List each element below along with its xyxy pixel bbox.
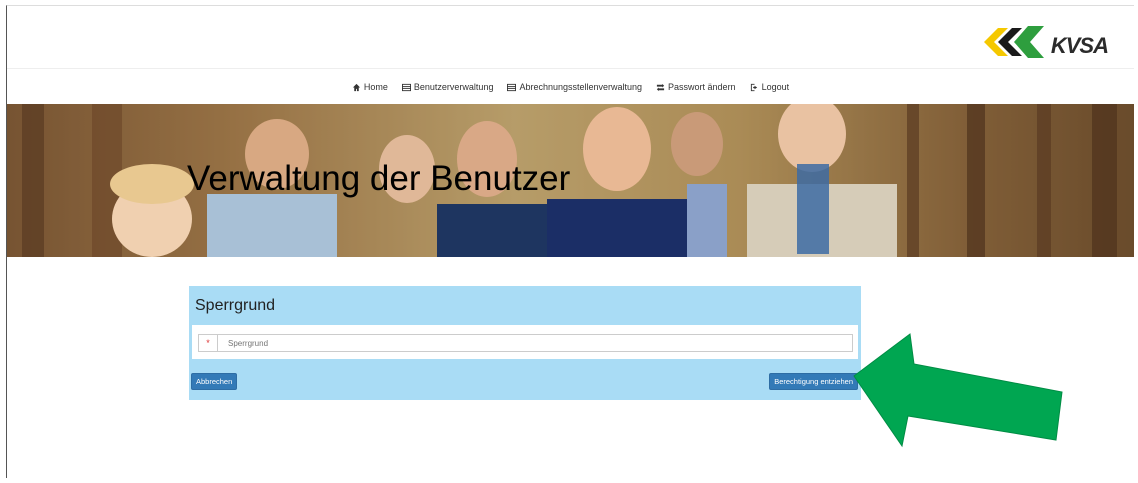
required-indicator: * — [199, 335, 218, 351]
nav-home[interactable]: Home — [352, 82, 388, 92]
logout-icon — [750, 83, 757, 91]
panel-body: * — [192, 325, 858, 359]
list-icon — [401, 83, 411, 91]
sperrgrund-input[interactable] — [218, 334, 852, 352]
nav-label: Passwort ändern — [668, 82, 736, 92]
sperrgrund-panel: Sperrgrund * Abbrechen Berechtigung entz… — [189, 286, 861, 400]
panel-title: Sperrgrund — [195, 297, 276, 314]
retweet-icon — [656, 83, 665, 91]
nav-logout[interactable]: Logout — [750, 82, 790, 92]
nav-label: Benutzerverwaltung — [413, 82, 494, 92]
list-icon — [507, 83, 517, 91]
green-arrow-annotation — [853, 333, 1063, 448]
header: KVSA — [7, 6, 1134, 68]
hero-banner: Verwaltung der Benutzer — [7, 104, 1134, 257]
revoke-permission-button[interactable]: Berechtigung entziehen — [769, 373, 858, 390]
nav-passwort-aendern[interactable]: Passwort ändern — [656, 82, 736, 92]
nav-label: Abrechnungsstellenverwaltung — [519, 82, 643, 92]
nav-label: Home — [363, 82, 388, 92]
nav-label: Logout — [761, 82, 790, 92]
nav-benutzerverwaltung[interactable]: Benutzerverwaltung — [401, 82, 494, 92]
cancel-button[interactable]: Abbrechen — [191, 373, 238, 390]
sperrgrund-input-group: * — [198, 334, 853, 352]
logo-text: KVSA — [1050, 33, 1109, 58]
main-nav: Home Benutzerverwaltung Abrechnungsstell… — [7, 68, 1134, 105]
home-icon — [352, 83, 360, 91]
page-title: Verwaltung der Benutzer — [187, 159, 571, 198]
family-photo — [7, 104, 1134, 257]
nav-abrechnungsstellenverwaltung[interactable]: Abrechnungsstellenverwaltung — [507, 82, 642, 92]
